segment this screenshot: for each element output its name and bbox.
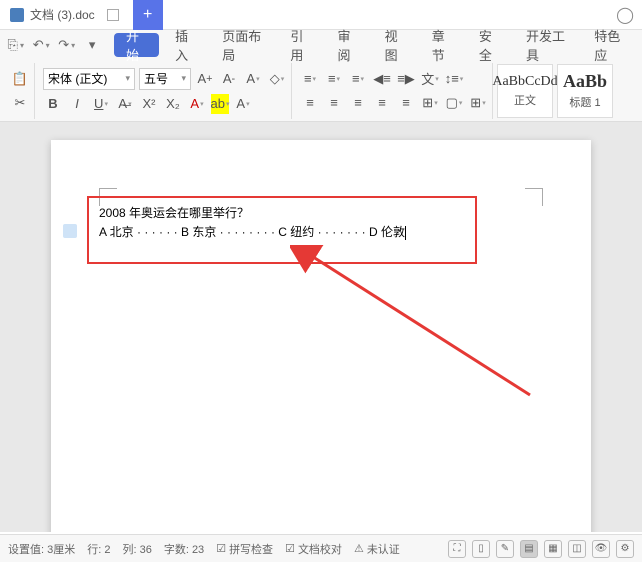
statusbar: 设置值: 3厘米 行: 2 列: 36 字数: 23 ☑ 拼写检查 ☑ 文档校对… [0,534,642,562]
outline-view-button[interactable]: ▦ [544,540,562,558]
underline-button[interactable]: U [91,94,111,114]
tab-references[interactable]: 引用 [280,26,321,64]
text-cursor [405,226,406,240]
status-word-count[interactable]: 字数: 23 [164,541,204,557]
fullscreen-button[interactable]: ⛶ [448,540,466,558]
tab-developer[interactable]: 开发工具 [516,26,578,64]
font-color-button[interactable]: A [187,94,207,114]
quick-access-toolbar: ⎘ ↶ ↷ ▾ 开始 插入 页面布局 引用 审阅 视图 章节 安全 开发工具 特… [0,30,642,60]
paragraph-group: ≡ ≡ ≡ ◀≡ ≡▶ 文 ↕≡ ≡ ≡ ≡ ≡ ≡ ⊞ ▢ ⊞ [296,63,493,119]
format-painter-button[interactable]: ✂ [10,93,30,113]
style-label: 标题 1 [569,94,600,110]
styles-group: AaBbCcDd 正文 AaBb 标题 1 [497,64,613,118]
align-justify-button[interactable]: ≡ [372,93,392,113]
font-family-select[interactable]: 宋体 (正文) [43,68,135,90]
line-spacing-button[interactable]: ↕≡ [444,69,464,89]
tab-page-layout[interactable]: 页面布局 [212,26,274,64]
align-right-button[interactable]: ≡ [348,93,368,113]
web-view-button[interactable]: ◫ [568,540,586,558]
zoom-button[interactable]: ⚙ [616,540,634,558]
shrink-font-button[interactable]: A- [219,69,239,89]
clipboard-group: 📋 ✂ [6,63,35,119]
style-normal[interactable]: AaBbCcDd 正文 [497,64,553,118]
qat-more-button[interactable]: ▾ [82,34,101,56]
bold-button[interactable]: B [43,94,63,114]
text-direction-button[interactable]: 文 [420,69,440,89]
save-button[interactable]: ⎘ [6,34,25,56]
shading-button[interactable]: ▢ [444,93,464,113]
paragraph-icon [63,224,77,238]
highlight-box: 2008 年奥运会在哪里举行？ A 北京 · · · · · · B 东京 · … [87,196,477,264]
edit-view-button[interactable]: ✎ [496,540,514,558]
status-spellcheck[interactable]: ☑ 拼写检查 [216,541,273,557]
numbering-button[interactable]: ≡ [324,69,344,89]
tab-review[interactable]: 审阅 [328,26,369,64]
clear-format-button[interactable]: ◇ [267,69,287,89]
tab-view[interactable]: 视图 [375,26,416,64]
page[interactable]: 2008 年奥运会在哪里举行？ A 北京 · · · · · · B 东京 · … [51,140,591,532]
status-proof[interactable]: ☑ 文档校对 [285,541,342,557]
grow-font-button[interactable]: A+ [195,69,215,89]
style-label: 正文 [514,92,536,108]
page-view-button[interactable]: ▤ [520,540,538,558]
increase-indent-button[interactable]: ≡▶ [396,69,416,89]
tab-indicator-icon [107,9,119,21]
multilevel-button[interactable]: ≡ [348,69,368,89]
status-auth[interactable]: ⚠ 未认证 [354,541,400,557]
tab-insert[interactable]: 插入 [165,26,206,64]
change-case-button[interactable]: A [243,69,263,89]
app-menu-icon[interactable]: ◯ [616,5,642,25]
paste-button[interactable]: 📋 [10,69,30,89]
align-center-button[interactable]: ≡ [324,93,344,113]
style-heading1[interactable]: AaBb 标题 1 [557,64,613,118]
decrease-indent-button[interactable]: ◀≡ [372,69,392,89]
align-left-button[interactable]: ≡ [300,93,320,113]
status-col[interactable]: 列: 36 [122,541,151,557]
status-row[interactable]: 行: 2 [87,541,110,557]
borders-button[interactable]: ⊞ [468,93,488,113]
doc-icon [10,8,24,22]
font-size-select[interactable]: 五号 [139,68,191,90]
subscript-button[interactable]: X₂ [163,94,183,114]
read-view-button[interactable]: ▯ [472,540,490,558]
font-group: 宋体 (正文) 五号 A+ A- A ◇ B I U A̶ X² X₂ A ab… [39,63,292,119]
status-setting[interactable]: 设置值: 3厘米 [8,541,75,557]
tab-chapter[interactable]: 章节 [422,26,463,64]
tab-title: 文档 (3).doc [30,6,95,23]
tab-security[interactable]: 安全 [469,26,510,64]
bullets-button[interactable]: ≡ [300,69,320,89]
document-tab[interactable]: 文档 (3).doc [0,0,129,30]
tab-special[interactable]: 特色应 [584,26,636,64]
redo-button[interactable]: ↷ [57,34,76,56]
tab-home[interactable]: 开始 [114,33,159,57]
style-sample: AaBbCcDd [492,74,557,90]
superscript-button[interactable]: X² [139,94,159,114]
view-controls: ⛶ ▯ ✎ ▤ ▦ ◫ 👁 ⚙ [448,540,634,558]
align-distribute-button[interactable]: ≡ [396,93,416,113]
char-shading-button[interactable]: A [233,94,253,114]
style-sample: AaBb [563,71,607,92]
highlight-button[interactable]: ab [211,94,229,114]
italic-button[interactable]: I [67,94,87,114]
formatting-toolbar: 📋 ✂ 宋体 (正文) 五号 A+ A- A ◇ B I U A̶ X² X₂ … [0,60,642,122]
strike-button[interactable]: A̶ [115,94,135,114]
doc-line1[interactable]: 2008 年奥运会在哪里举行？ [99,204,465,223]
eye-protect-button[interactable]: 👁 [592,540,610,558]
tab-stops-button[interactable]: ⊞ [420,93,440,113]
document-canvas[interactable]: 2008 年奥运会在哪里举行？ A 北京 · · · · · · B 东京 · … [0,122,642,532]
margin-corner-icon [525,188,543,206]
undo-button[interactable]: ↶ [31,34,50,56]
doc-line2[interactable]: A 北京 · · · · · · B 东京 · · · · · · · · C … [99,223,465,242]
